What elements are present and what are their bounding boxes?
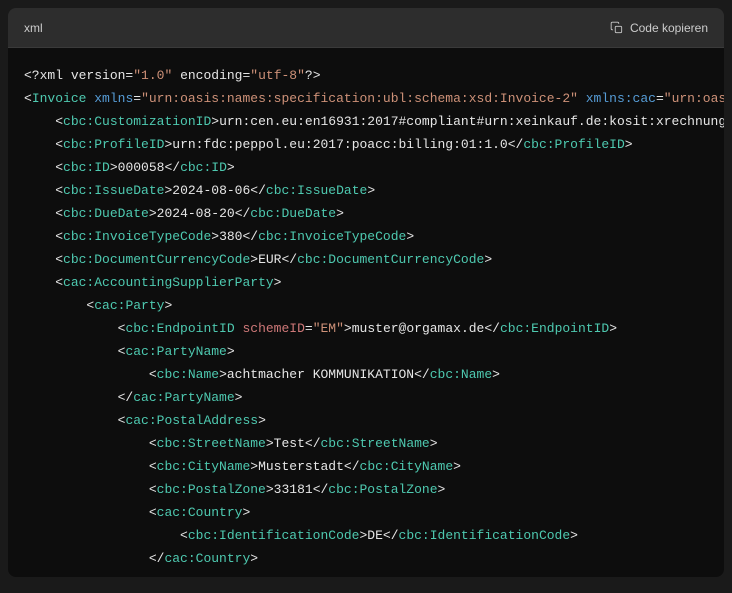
code-block: xml Code kopieren <?xml version="1.0" en… bbox=[8, 8, 724, 577]
code-header: xml Code kopieren bbox=[8, 8, 724, 48]
copy-button-label: Code kopieren bbox=[630, 21, 708, 35]
copy-icon bbox=[610, 21, 624, 35]
code-content[interactable]: <?xml version="1.0" encoding="utf-8"?> <… bbox=[8, 48, 724, 577]
language-label: xml bbox=[24, 21, 43, 35]
copy-button[interactable]: Code kopieren bbox=[610, 21, 708, 35]
